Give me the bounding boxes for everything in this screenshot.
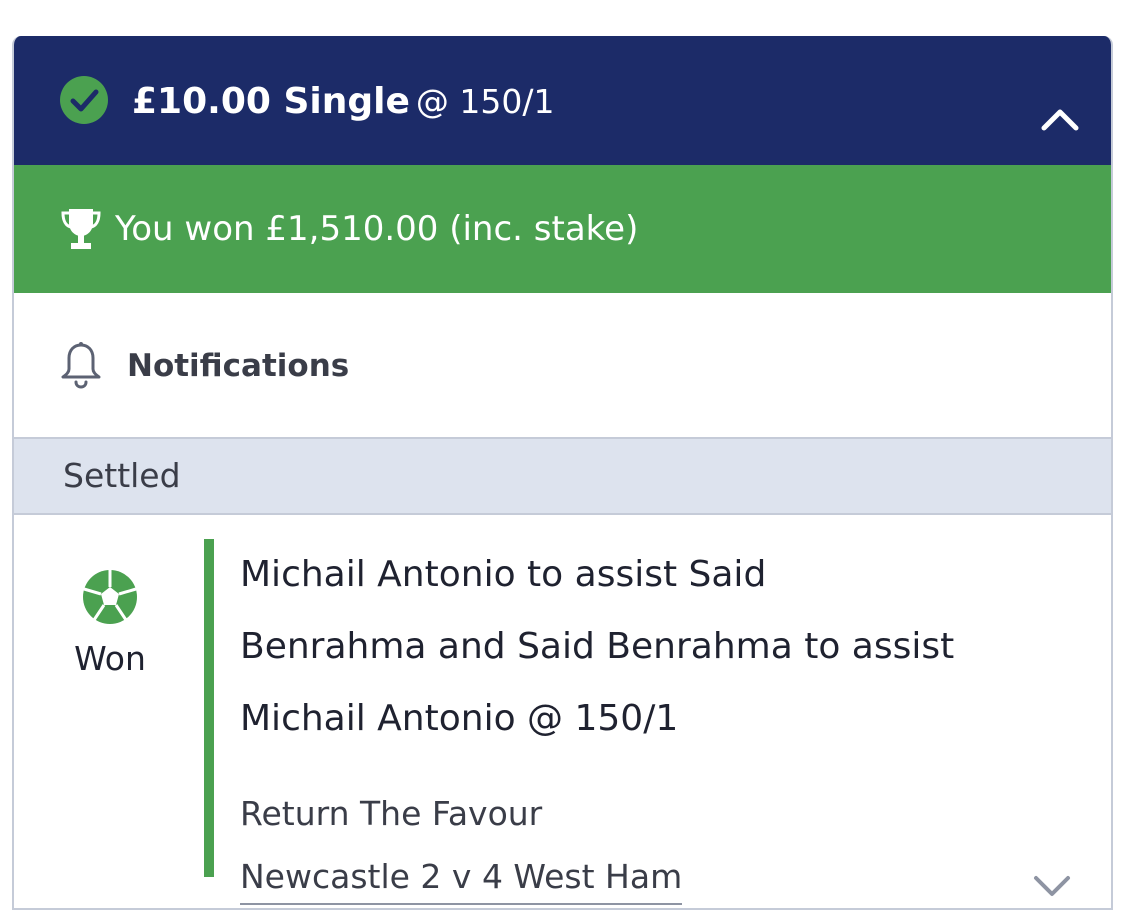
- bet-odds: @ 150/1: [415, 82, 555, 121]
- trophy-icon: [61, 209, 101, 249]
- won-indicator-bar: [204, 539, 214, 877]
- settled-section-header: Settled: [14, 437, 1111, 515]
- bet-header[interactable]: £10.00 Single @ 150/1: [14, 36, 1111, 165]
- football-icon: [83, 570, 137, 624]
- bet-title: £10.00 Single @ 150/1: [132, 80, 554, 124]
- settled-label: Settled: [63, 456, 181, 495]
- selection-result: Won: [74, 639, 146, 678]
- bet-card: £10.00 Single @ 150/1 You won £1,510.00 (…: [12, 36, 1113, 910]
- bell-icon: [61, 342, 101, 389]
- chevron-down-icon[interactable]: [1030, 870, 1074, 900]
- selection-description: Michail Antonio to assist Said Benrahma …: [240, 554, 955, 739]
- notifications-label: Notifications: [127, 348, 350, 384]
- event-link[interactable]: Newcastle 2 v 4 West Ham: [240, 855, 683, 905]
- selection-row: Won Michail Antonio to assist Said Benra…: [14, 515, 1111, 908]
- won-amount-text: You won £1,510.00 (inc. stake): [115, 209, 639, 249]
- market-name: Return The Favour: [240, 794, 543, 833]
- notifications-row[interactable]: Notifications: [14, 293, 1111, 437]
- chevron-up-icon[interactable]: [1036, 100, 1084, 136]
- bet-stake: £10.00 Single: [132, 81, 410, 122]
- won-banner: You won £1,510.00 (inc. stake): [14, 165, 1111, 293]
- check-circle-icon: [60, 76, 108, 124]
